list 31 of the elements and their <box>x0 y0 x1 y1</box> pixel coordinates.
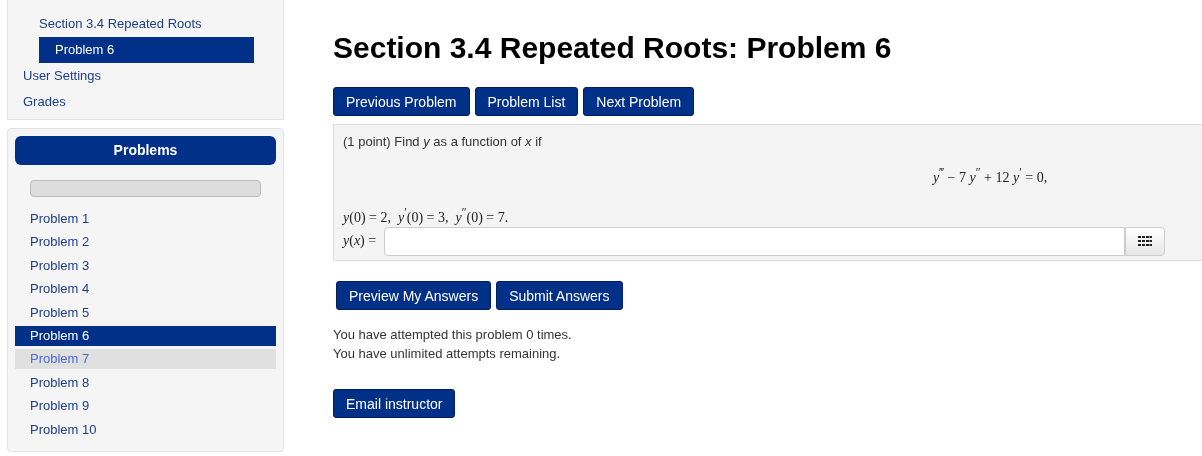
submit-button[interactable]: Submit Answers <box>496 281 623 310</box>
problem-link[interactable]: Problem 2 <box>15 232 276 253</box>
sidebar-item[interactable]: Problem 6 <box>39 37 254 63</box>
problem-link[interactable]: Problem 8 <box>15 372 276 393</box>
problem-link[interactable]: Problem 7 <box>15 349 276 370</box>
sidebar-link[interactable]: Section 3.4 Repeated Roots <box>23 11 283 37</box>
problem-link[interactable]: Problem 1 <box>15 209 276 230</box>
panel-heading: Problems <box>15 136 276 165</box>
problem-link[interactable]: Problem 10 <box>15 419 276 440</box>
sidebar-link[interactable]: Grades <box>23 89 283 115</box>
nav-button[interactable]: Previous Problem <box>333 87 470 116</box>
sidebar-link[interactable]: User Settings <box>23 63 283 89</box>
equation-editor-button[interactable] <box>1125 226 1166 256</box>
attempt-message: You have unlimited attempts remaining. <box>333 345 562 363</box>
grid-icon <box>1138 236 1153 247</box>
initial-conditions: y(0) = 2, y$^{′}$(0) = 3, y$^{″}$(0) = 7. <box>343 206 510 226</box>
problem-statement: (1 point) Find y as a function of x if <box>343 134 543 149</box>
email-button[interactable]: Email instructor <box>333 389 456 418</box>
nav-button[interactable]: Next Problem <box>583 87 695 116</box>
problem-link[interactable]: Problem 5 <box>15 302 276 323</box>
problem-link[interactable]: Problem 4 <box>15 279 276 300</box>
equation: y$^{‴}$ − 7 y$^{″}$ + 12 y$^{′}$ = 0, <box>933 169 1048 185</box>
problem-link[interactable]: Problem 9 <box>15 396 276 417</box>
page-title: Section 3.4 Repeated Roots: Problem 6 <box>333 30 893 66</box>
attempt-message: You have attempted this problem 0 times. <box>333 326 573 344</box>
answer-label: y(x) = <box>343 233 377 250</box>
problem-link[interactable]: Problem 3 <box>15 255 276 276</box>
answer-field[interactable] <box>384 226 1126 256</box>
problem-link[interactable]: Problem 6 <box>15 326 276 347</box>
submit-button[interactable]: Preview My Answers <box>336 281 492 310</box>
nav-button[interactable]: Problem List <box>474 87 579 116</box>
